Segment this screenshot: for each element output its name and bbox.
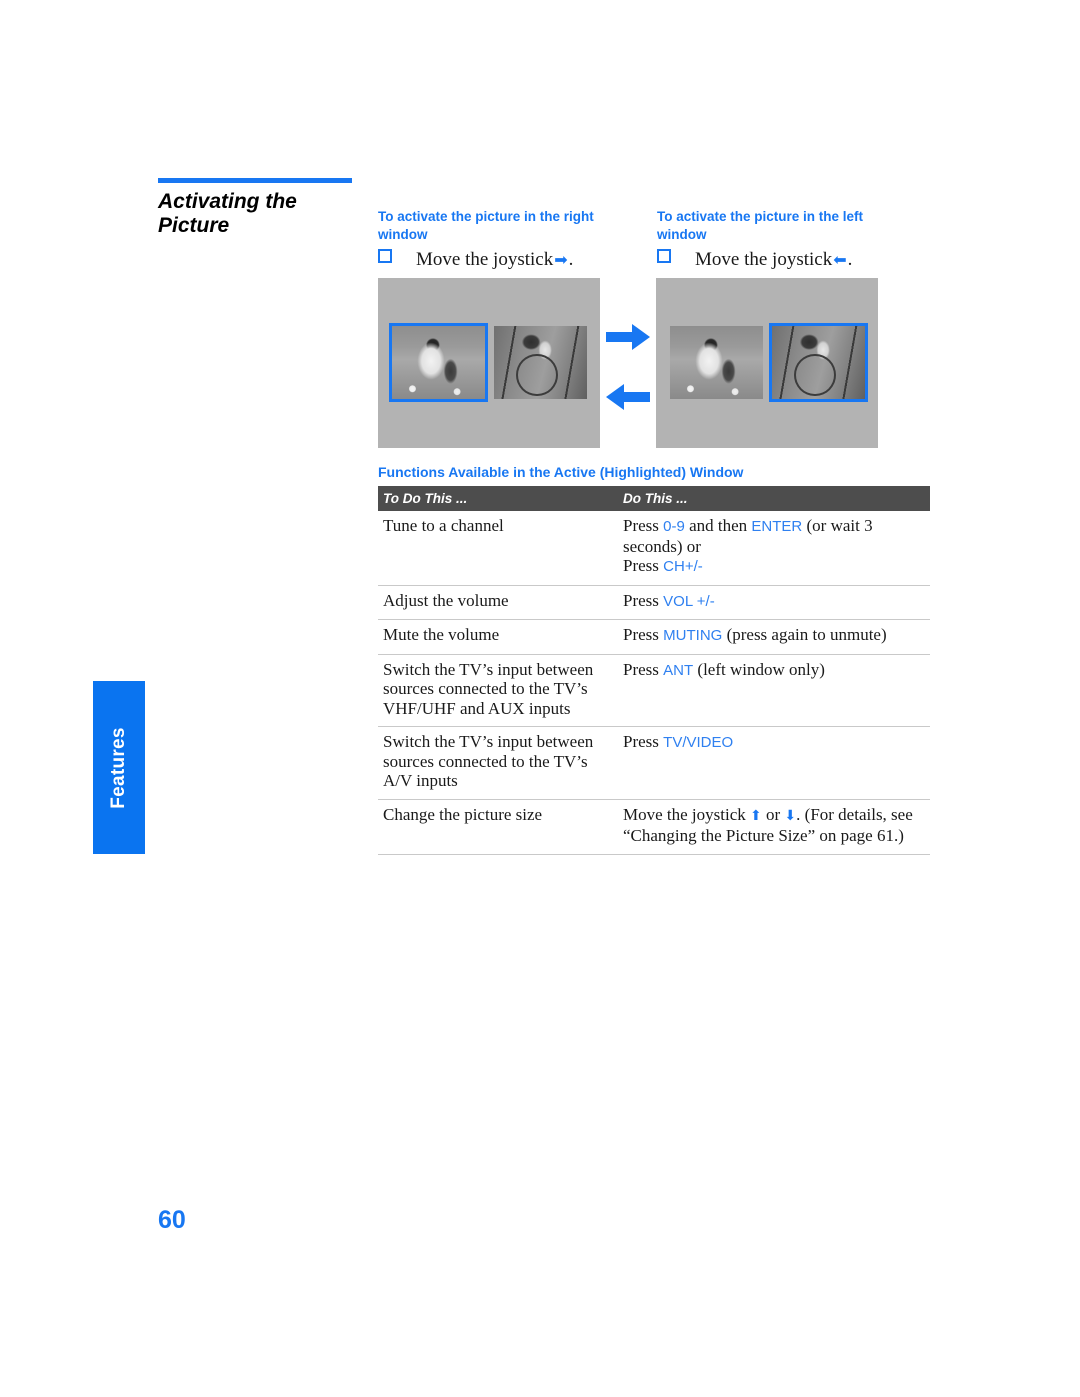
instruction-step-period: . [568, 249, 574, 270]
table-body: Tune to a channel Press 0-9 and then ENTE… [378, 511, 930, 855]
soccer-photo-image [670, 326, 763, 399]
table-header-do-this: Do This ... [618, 486, 930, 511]
table-cell-text: Press [623, 590, 664, 610]
table-cell-to-do-this: Tune to a channel [378, 511, 618, 586]
table-cell-to-do-this: Mute the volume [378, 619, 618, 655]
table-cell-text: (press again to unmute) [722, 625, 887, 644]
soccer-photo-image [392, 326, 485, 399]
arrow-right-icon [606, 324, 650, 350]
instruction-title: To activate the picture in the right win… [378, 209, 594, 242]
remote-key-label: TV/VIDEO [663, 734, 734, 751]
table-caption: Functions Available in the Active (Highl… [378, 464, 744, 480]
remote-key-label: 0-9 [663, 518, 685, 535]
remote-key-label: MUTING [663, 627, 723, 644]
table-cell-do-this: Move the joystick ⬆ or ⬇. (For details, … [618, 799, 930, 855]
table-cell-text: Press [623, 556, 664, 575]
arrow-right-icon: ➡ [554, 252, 568, 269]
functions-table: To Do This ... Do This ... Tune to a cha… [378, 486, 930, 855]
table-cell-do-this: Press 0-9 and then ENTER (or wait 3 seco… [618, 511, 930, 586]
table-header-row: To Do This ... Do This ... [378, 486, 930, 511]
instruction-block-right-window: To activate the picture in the right win… [378, 208, 657, 271]
instruction-block-left-window: To activate the picture in the left wind… [657, 208, 930, 271]
table-row: Mute the volume Press MUTING (press again… [378, 619, 930, 655]
table-row: Change the picture size Move the joystick… [378, 799, 930, 855]
tv-screen-right-highlighted [656, 278, 878, 448]
table-header-to-do-this: To Do This ... [378, 486, 618, 511]
page-title: Activating the Picture [158, 190, 358, 238]
remote-key-label: ENTER [751, 518, 803, 535]
table-cell-do-this: Press ANT (left window only) [618, 654, 930, 727]
table-cell-text: or [761, 804, 785, 824]
instruction-step-period: . [847, 249, 853, 270]
instruction-step-text: Move the joystick [695, 249, 833, 270]
table-cell-do-this: Press MUTING (press again to unmute) [618, 619, 930, 655]
instruction-title: To activate the picture in the left wind… [657, 209, 864, 242]
table-cell-text: (left window only) [693, 659, 825, 679]
tv-screen-left-highlighted [378, 278, 600, 448]
sidebar-section-tab-label: Features [108, 726, 129, 809]
table-cell-text: Move the joystick [623, 804, 751, 824]
table-row: Tune to a channel Press 0-9 and then ENTE… [378, 511, 930, 586]
table-cell-text: and then [684, 516, 752, 535]
basketball-photo-thumbnail [494, 326, 587, 399]
table-cell-to-do-this: Adjust the volume [378, 585, 618, 620]
basketball-photo-image [494, 326, 587, 399]
table-row: Switch the TV’s input between sources co… [378, 654, 930, 727]
table-cell-to-do-this: Switch the TV’s input between sources co… [378, 726, 618, 800]
table-cell-to-do-this: Change the picture size [378, 799, 618, 855]
table-cell-text: Press [623, 732, 664, 751]
table-row: Adjust the volume Press VOL +/- [378, 585, 930, 620]
sidebar-section-tab: Features [93, 681, 145, 854]
page-title-line-2: Picture [158, 214, 230, 237]
basketball-photo-thumbnail [769, 323, 868, 402]
joystick-arrow-icon: ⬆ [750, 808, 762, 824]
table-cell-do-this: Press VOL +/- [618, 585, 930, 620]
table-cell-text: Press [623, 659, 664, 679]
table-cell-to-do-this: Switch the TV’s input between sources co… [378, 654, 618, 727]
table-cell-text: Press [623, 516, 664, 535]
remote-key-label: CH+/- [663, 558, 703, 575]
page-title-line-1: Activating the [158, 190, 297, 213]
table-row: Switch the TV’s input between sources co… [378, 726, 930, 800]
instruction-step: Move the joystick ➡ . [378, 249, 657, 271]
joystick-arrow-icon: ⬇ [784, 808, 797, 824]
table-cell-text: Press [623, 625, 664, 644]
basketball-photo-image [772, 326, 865, 399]
figure-arrows [600, 278, 656, 448]
arrow-left-icon [606, 384, 650, 410]
figure-group [378, 278, 930, 448]
empty-square-bullet-icon [657, 249, 671, 263]
instruction-row: To activate the picture in the right win… [378, 208, 930, 271]
instruction-step: Move the joystick ⬅ . [657, 249, 930, 271]
soccer-photo-thumbnail [670, 326, 763, 399]
soccer-photo-thumbnail [389, 323, 488, 402]
page-number: 60 [158, 1206, 186, 1234]
remote-key-label: ANT [663, 661, 694, 679]
table-cell-do-this: Press TV/VIDEO [618, 726, 930, 800]
main-content: To activate the picture in the right win… [378, 208, 930, 855]
heading-rule [158, 178, 352, 183]
instruction-step-text: Move the joystick [416, 249, 554, 270]
remote-key-label: VOL +/- [663, 592, 715, 610]
empty-square-bullet-icon [378, 249, 392, 263]
arrow-left-icon: ⬅ [833, 252, 847, 269]
